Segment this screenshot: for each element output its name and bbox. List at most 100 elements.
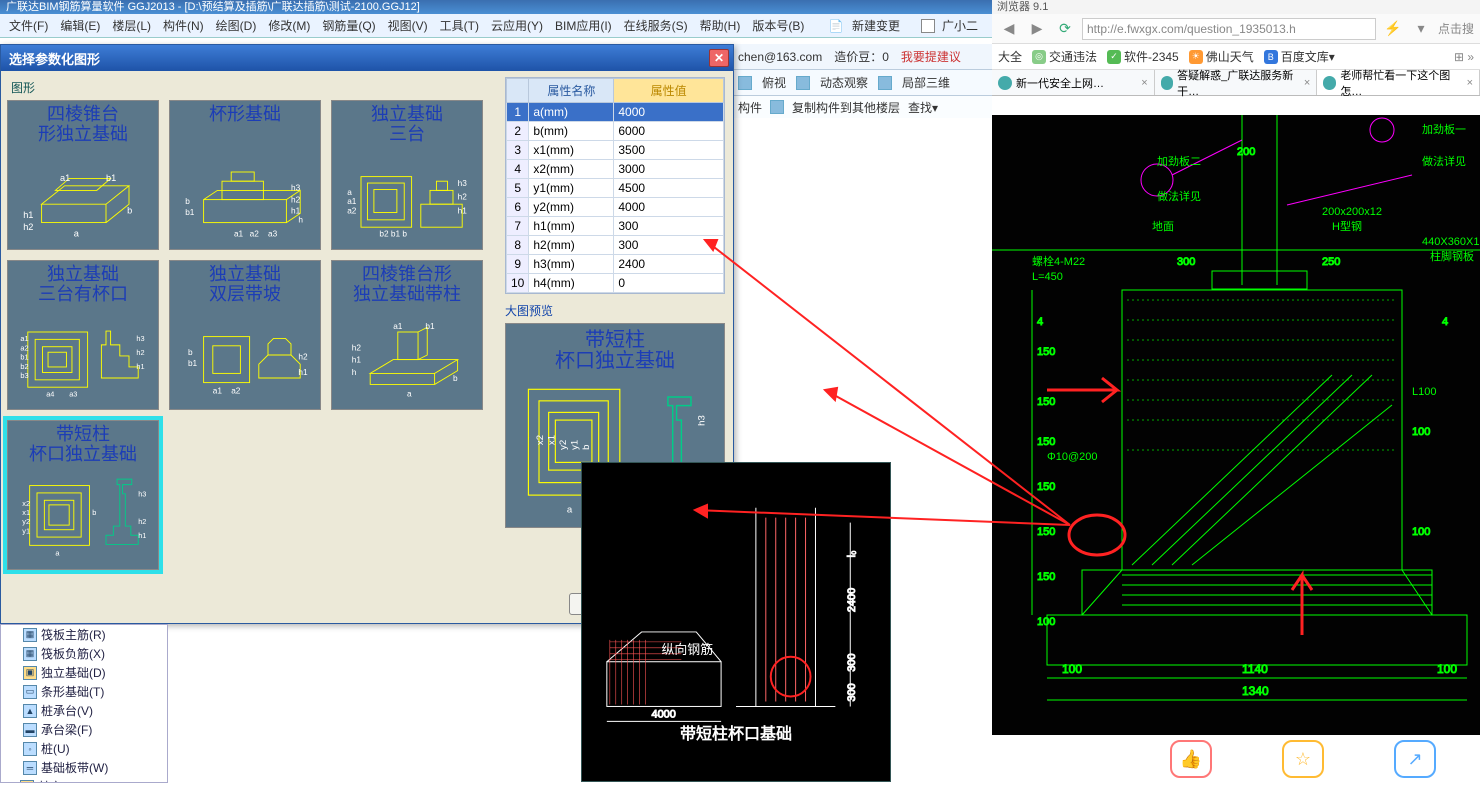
- tree-node-folder[interactable]: 📁其它: [1, 777, 167, 783]
- svg-text:h1: h1: [23, 210, 33, 220]
- shape-card-6-selected[interactable]: 带短柱 杯口独立基础 x2x1y2y1abh3h2h1: [7, 420, 159, 570]
- menu-cloud[interactable]: 云应用(Y): [486, 15, 548, 36]
- dropdown-icon[interactable]: ▾: [1410, 18, 1432, 40]
- menu-modify[interactable]: 修改(M): [263, 15, 315, 36]
- menu-tools[interactable]: 工具(T): [435, 15, 484, 36]
- menu-rebar[interactable]: 钢筋量(Q): [317, 15, 380, 36]
- tree-node[interactable]: ▣独立基础(D): [1, 663, 167, 682]
- user-email: chen@163.com: [738, 50, 822, 64]
- svg-text:100: 100: [1412, 426, 1430, 438]
- bookmark-1[interactable]: ◎交通违法: [1032, 48, 1097, 65]
- svg-text:4: 4: [1442, 316, 1448, 328]
- tree-node[interactable]: ═基础板带(W): [1, 758, 167, 777]
- thumbs-up-button[interactable]: 👍: [1170, 740, 1212, 778]
- browser-urlbar: ◀ ▶ ⟳ http://e.fwxgx.com/question_193501…: [992, 14, 1480, 44]
- reload-icon[interactable]: ⟳: [1054, 18, 1076, 40]
- shape-card-5[interactable]: 四棱锥台形 独立基础带柱 h2h1habb1a1: [331, 260, 483, 410]
- bookmark-3[interactable]: ☀佛山天气: [1189, 48, 1254, 65]
- menu-draw[interactable]: 绘图(D): [211, 15, 262, 36]
- shape-card-0[interactable]: 四棱锥台 形独立基础 h1h2aba1b1: [7, 100, 159, 250]
- bookmark-4[interactable]: B百度文库▾: [1264, 48, 1335, 65]
- svg-text:Φ10@200: Φ10@200: [1047, 451, 1098, 463]
- favorite-button[interactable]: ☆: [1282, 740, 1324, 778]
- back-icon[interactable]: ◀: [998, 18, 1020, 40]
- tree-node[interactable]: ◦桩(U): [1, 739, 167, 758]
- menu-bim[interactable]: BIM应用(I): [550, 15, 617, 36]
- table-row[interactable]: 5y1(mm)4500: [507, 179, 724, 198]
- menu-online[interactable]: 在线服务(S): [619, 15, 693, 36]
- topview-label[interactable]: 俯视: [762, 74, 786, 91]
- tab-1[interactable]: 答疑解惑_广联达服务新干…×: [1155, 70, 1318, 95]
- tab-close-icon[interactable]: ×: [1467, 77, 1473, 89]
- svg-text:300: 300: [846, 653, 858, 671]
- share-button[interactable]: ↗: [1394, 740, 1436, 778]
- table-row[interactable]: 9h3(mm)2400: [507, 255, 724, 274]
- svg-text:a: a: [347, 188, 352, 197]
- url-field[interactable]: http://e.fwxgx.com/question_1935013.h: [1082, 18, 1376, 40]
- table-row[interactable]: 1a(mm)4000: [507, 103, 724, 122]
- svg-text:100: 100: [1062, 662, 1082, 676]
- browser-tabs: 新一代安全上网…× 答疑解惑_广联达服务新干…× 老师帮忙看一下这个图怎…×: [992, 70, 1480, 96]
- bookmark-2[interactable]: ✓软件-2345: [1107, 48, 1179, 65]
- menu-edit[interactable]: 编辑(E): [55, 15, 105, 36]
- bookmark-0[interactable]: 大全: [998, 48, 1022, 65]
- local3d-icon[interactable]: [878, 76, 892, 90]
- tree-node[interactable]: ▬承台梁(F): [1, 720, 167, 739]
- tree-node[interactable]: ▦筏板负筋(X): [1, 644, 167, 663]
- menu-component[interactable]: 构件(N): [158, 15, 209, 36]
- shape-card-4[interactable]: 独立基础 双层带坡 bb1a1a2h2h1: [169, 260, 321, 410]
- lightning-icon[interactable]: ⚡: [1382, 18, 1404, 40]
- orbit-icon[interactable]: [796, 76, 810, 90]
- topview-icon[interactable]: [738, 76, 752, 90]
- table-row[interactable]: 10h4(mm)0: [507, 274, 724, 293]
- table-row[interactable]: 4x2(mm)3000: [507, 160, 724, 179]
- table-row[interactable]: 7h1(mm)300: [507, 217, 724, 236]
- svg-text:b1: b1: [20, 353, 28, 362]
- new-change-button[interactable]: 📄 新建变更: [824, 15, 910, 36]
- tab-2[interactable]: 老师帮忙看一下这个图怎…×: [1317, 70, 1480, 95]
- svg-text:b: b: [581, 445, 592, 450]
- menu-floor[interactable]: 楼层(L): [107, 15, 156, 36]
- preview-title: 带短柱 杯口独立基础: [506, 324, 724, 372]
- tab-close-icon[interactable]: ×: [1304, 77, 1310, 89]
- table-row[interactable]: 2b(mm)6000: [507, 122, 724, 141]
- svg-text:h2: h2: [136, 348, 144, 357]
- svg-text:a1: a1: [347, 197, 357, 206]
- copy-to-floor[interactable]: 复制构件到其他楼层: [792, 99, 900, 116]
- feedback-link[interactable]: 我要提建议: [901, 48, 961, 65]
- svg-text:b2 b1 b: b2 b1 b: [379, 229, 407, 238]
- menu-help[interactable]: 帮助(H): [695, 15, 746, 36]
- forward-icon[interactable]: ▶: [1026, 18, 1048, 40]
- svg-text:a2: a2: [347, 206, 357, 215]
- shape-title: 四棱锥台 形独立基础: [8, 101, 158, 149]
- orbit-label[interactable]: 动态观察: [820, 74, 868, 91]
- tree-node[interactable]: ▲桩承台(V): [1, 701, 167, 720]
- component-tree[interactable]: ▦筏板主筋(R) ▦筏板负筋(X) ▣独立基础(D) ▭条形基础(T) ▲桩承台…: [0, 624, 168, 783]
- shape-card-3[interactable]: 独立基础 三台有杯口 a1a2b1b2b3a4a3h3h2h1: [7, 260, 159, 410]
- user-check[interactable]: 广小二: [916, 13, 988, 38]
- svg-text:L100: L100: [1412, 386, 1436, 398]
- tab-0[interactable]: 新一代安全上网…×: [992, 70, 1155, 95]
- dialog-close-icon[interactable]: ✕: [709, 49, 729, 67]
- search-hint[interactable]: 点击搜: [1438, 20, 1474, 37]
- svg-text:x1: x1: [546, 435, 557, 445]
- table-row[interactable]: 6y2(mm)4000: [507, 198, 724, 217]
- table-row[interactable]: 3x1(mm)3500: [507, 141, 724, 160]
- tree-node[interactable]: ▦筏板主筋(R): [1, 625, 167, 644]
- find-dropdown[interactable]: 查找▾: [908, 99, 938, 116]
- local3d-label[interactable]: 局部三维: [902, 74, 950, 91]
- component-button[interactable]: 构件: [738, 99, 762, 116]
- copy-icon[interactable]: [770, 100, 784, 114]
- tree-node[interactable]: ▭条形基础(T): [1, 682, 167, 701]
- tab-close-icon[interactable]: ×: [1141, 77, 1147, 89]
- svg-text:a1: a1: [60, 173, 70, 183]
- shape-card-1[interactable]: 杯形基础 a1a2a3bb1h3h2h1h: [169, 100, 321, 250]
- menu-view[interactable]: 视图(V): [383, 15, 433, 36]
- svg-text:a1: a1: [393, 322, 403, 331]
- menu-version[interactable]: 版本号(B): [747, 15, 809, 36]
- bookmark-overflow-icon[interactable]: ⊞ »: [1454, 50, 1474, 64]
- table-row[interactable]: 8h2(mm)300: [507, 236, 724, 255]
- menu-file[interactable]: 文件(F): [4, 15, 53, 36]
- param-table[interactable]: 属性名称属性值 1a(mm)4000 2b(mm)6000 3x1(mm)350…: [505, 77, 725, 294]
- shape-card-2[interactable]: 独立基础 三台 aa1a2b2 b1 bh3h2h1: [331, 100, 483, 250]
